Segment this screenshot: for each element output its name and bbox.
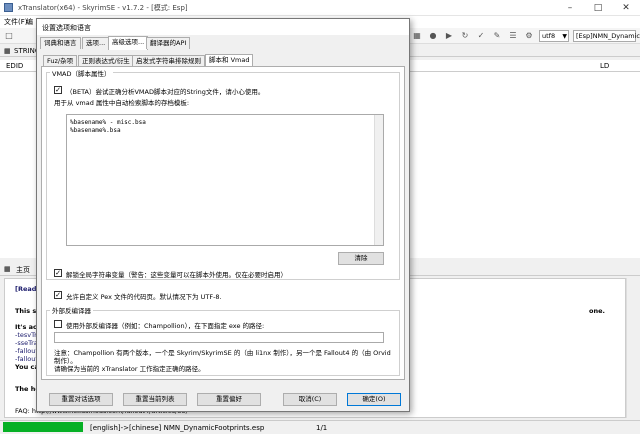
settings-icon[interactable]: ⚙ — [524, 31, 534, 41]
note-line: 注意：Champollion 有两个版本，一个是 Skyrim/SkyrimSE… — [54, 349, 391, 357]
strings-tab-icon: ▦ — [4, 47, 11, 55]
refresh-icon[interactable]: ↻ — [460, 31, 470, 41]
chevron-down-icon: ▼ — [562, 33, 567, 40]
vmad-checkbox[interactable]: ✓ — [54, 86, 62, 94]
reset-list-button[interactable]: 重置当前列表 — [123, 393, 187, 406]
info-line: -tesvTr — [15, 331, 37, 339]
close-icon[interactable]: ✕ — [612, 0, 640, 16]
title-bar: xTranslator(x64) - SkyrimSE - v1.7.2 - [… — [0, 0, 640, 16]
tab-home[interactable]: 主页 — [16, 265, 30, 275]
app-icon — [4, 3, 13, 12]
column-ld[interactable]: LD — [600, 62, 609, 70]
save-icon[interactable]: ▦ — [412, 31, 422, 41]
tab-page: VMAD（脚本属性） ✓ （BETA）尝试正确分析VMAD脚本对应的String… — [41, 66, 405, 380]
open-icon[interactable]: □ — [4, 31, 14, 41]
ok-button[interactable]: 确定(O) — [347, 393, 401, 406]
status-page: 1/1 — [316, 424, 328, 432]
note-line: 请确保为当前的 xTranslator 工作指定正确的路径。 — [54, 365, 205, 373]
cancel-button[interactable]: 取消(C) — [283, 393, 337, 406]
vmad-desc: 用于从 vmad 属性中自动检索脚本的存档模板: — [54, 99, 190, 107]
menu-edit[interactable]: 编 — [26, 17, 33, 27]
reset-preferences-button[interactable]: 重置偏好 — [197, 393, 261, 406]
settings-dialog: 设置选项和语言 词典和语言 选项... 高级选项... 翻译器的API Fuz/… — [36, 18, 410, 412]
menu-file[interactable]: 文件(F) — [4, 17, 28, 27]
progress-bar — [3, 422, 83, 432]
memo-line: %basename%.bsa — [70, 127, 121, 134]
reset-dialog-button[interactable]: 重置对话选项 — [49, 393, 113, 406]
info-line: This s — [15, 307, 37, 315]
subtab-fuz-misc[interactable]: Fuz/杂项 — [43, 55, 78, 66]
info-line: -fallout — [15, 347, 38, 355]
memo-line: %basename% - misc.bsa — [70, 119, 146, 126]
tool-icon[interactable]: ▶ — [444, 31, 454, 41]
memo-scrollbar[interactable] — [374, 115, 383, 245]
tab-options[interactable]: 选项... — [82, 37, 110, 49]
tab-dict-lang[interactable]: 词典和语言 — [40, 37, 81, 49]
pex-codepage-label: 允许自定义 Pex 文件的代码页。默认情况下为 UTF-8. — [66, 293, 222, 301]
encoding-value: utf8 — [542, 32, 556, 40]
dialog-title: 设置选项和语言 — [42, 24, 91, 32]
global-vars-checkbox[interactable]: ✓ — [54, 269, 62, 277]
decompiler-checkbox[interactable] — [54, 320, 62, 328]
encoding-select[interactable]: utf8 ▼ — [539, 30, 569, 42]
decompiler-group-label: 外部反编译器 — [50, 305, 93, 315]
mark-icon[interactable]: ✓ — [476, 31, 486, 41]
info-line: -fallout — [15, 355, 38, 363]
column-edid[interactable]: EDID — [6, 62, 23, 70]
dialog-title-bar: 设置选项和语言 — [37, 19, 409, 35]
window-title: xTranslator(x64) - SkyrimSE - v1.7.2 - [… — [18, 4, 188, 12]
bsa-template-memo[interactable]: %basename% - misc.bsa %basename%.bsa — [66, 114, 384, 246]
info-line: -sseTra — [15, 339, 38, 347]
home-icon: ▦ — [4, 265, 11, 273]
subtab-regex[interactable]: 正则表达式/衍生 — [78, 55, 134, 66]
edit-icon[interactable]: ✎ — [492, 31, 502, 41]
vmad-checkbox-label: （BETA）尝试正确分析VMAD脚本对应的String文件，请小心使用。 — [66, 88, 265, 96]
decompiler-path-input[interactable] — [54, 332, 384, 343]
info-scrollbar[interactable] — [626, 278, 636, 418]
global-vars-label: 解锁全局字符串变量（警告：这些变量可以在脚本外使用。仅在必要时启用） — [66, 271, 287, 279]
pin-icon[interactable]: ● — [428, 31, 438, 41]
subtab-heuristic[interactable]: 启发式字符串排除规则 — [132, 55, 205, 66]
info-tail: one. — [589, 307, 605, 315]
tab-advanced[interactable]: 高级选项... — [108, 36, 149, 50]
minimize-icon[interactable]: – — [556, 0, 584, 16]
maximize-icon[interactable]: □ — [584, 0, 612, 16]
decompiler-label: 使用外部反编译器（例如：Champollion），在下面指定 exe 的路径: — [66, 322, 265, 330]
clear-button[interactable]: 清除 — [338, 252, 384, 265]
tab-translator-api[interactable]: 翻译器的API — [146, 37, 191, 49]
vmad-group-label: VMAD（脚本属性） — [50, 68, 113, 78]
status-bar: [english]->[chinese] NMN_DynamicFootprin… — [0, 420, 640, 434]
file-value: [Esp]NMN_Dynamic — [576, 32, 640, 40]
dict-icon[interactable]: ☰ — [508, 31, 518, 41]
status-lang: [english]->[chinese] NMN_DynamicFootprin… — [90, 424, 265, 432]
file-select[interactable]: [Esp]NMN_Dynamic — [573, 30, 640, 42]
pex-codepage-checkbox[interactable]: ✓ — [54, 291, 62, 299]
